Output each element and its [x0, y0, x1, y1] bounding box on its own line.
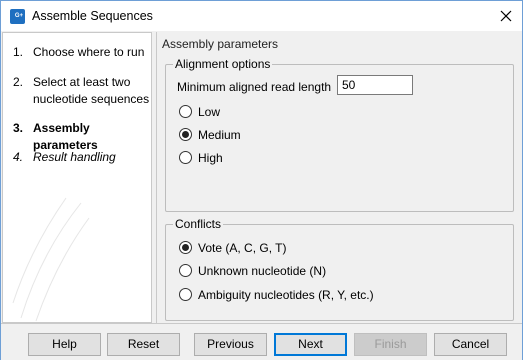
- radio-circle[interactable]: [179, 151, 192, 164]
- step-number: 2.: [13, 75, 24, 89]
- help-button[interactable]: Help: [28, 333, 101, 356]
- min-aligned-read-length-label: Minimum aligned read length: [177, 80, 332, 94]
- radio-label: Ambiguity nucleotides (R, Y, etc.): [198, 288, 374, 302]
- next-button[interactable]: Next: [274, 333, 347, 356]
- group-legend: Alignment options: [173, 57, 273, 71]
- group-legend: Conflicts: [173, 217, 224, 231]
- app-icon: G+: [10, 9, 25, 24]
- previous-button[interactable]: Previous: [194, 333, 267, 356]
- conflicts-group: Conflicts Vote (A, C, G, T) Unknown nucl…: [165, 217, 514, 321]
- radio-selected-dot: [182, 131, 189, 138]
- step-number: 3.: [13, 121, 24, 135]
- radio-label: Vote (A, C, G, T): [198, 241, 287, 255]
- content-panel: Assembly parameters Alignment options Mi…: [156, 32, 521, 323]
- alignment-options-group: Alignment options Minimum aligned read l…: [165, 57, 514, 212]
- radio-label: High: [198, 151, 223, 165]
- radio-label: Low: [198, 105, 221, 119]
- close-icon: [500, 10, 512, 22]
- radio-circle[interactable]: [179, 264, 192, 277]
- step-label: Select at least two nucleotide sequences: [33, 75, 150, 106]
- step-label: Choose where to run: [33, 45, 145, 59]
- window-title: Assemble Sequences: [32, 9, 153, 23]
- radio-circle[interactable]: [179, 128, 192, 141]
- close-button[interactable]: [493, 4, 519, 28]
- radio-selected-dot: [182, 244, 189, 251]
- button-bar: Help Reset Previous Next Finish Cancel: [1, 323, 522, 360]
- dialog-window: G+ Assemble Sequences 1. Choose where to…: [0, 0, 523, 360]
- radio-label: Medium: [198, 128, 241, 142]
- section-title: Assembly parameters: [162, 37, 279, 51]
- min-aligned-read-length-input[interactable]: [337, 75, 413, 95]
- binary-watermark-graphic: [12, 197, 90, 322]
- step-label: Result handling: [33, 150, 116, 164]
- radio-circle[interactable]: [179, 105, 192, 118]
- wizard-steps-panel: 1. Choose where to run 2. Select at leas…: [2, 32, 152, 323]
- radio-circle[interactable]: [179, 241, 192, 254]
- finish-button[interactable]: Finish: [354, 333, 427, 356]
- cancel-button[interactable]: Cancel: [434, 333, 507, 356]
- radio-circle[interactable]: [179, 288, 192, 301]
- step-number: 4.: [13, 150, 24, 164]
- reset-button[interactable]: Reset: [107, 333, 180, 356]
- title-bar: G+ Assemble Sequences: [1, 1, 522, 31]
- step-number: 1.: [13, 45, 24, 59]
- radio-label: Unknown nucleotide (N): [198, 264, 327, 278]
